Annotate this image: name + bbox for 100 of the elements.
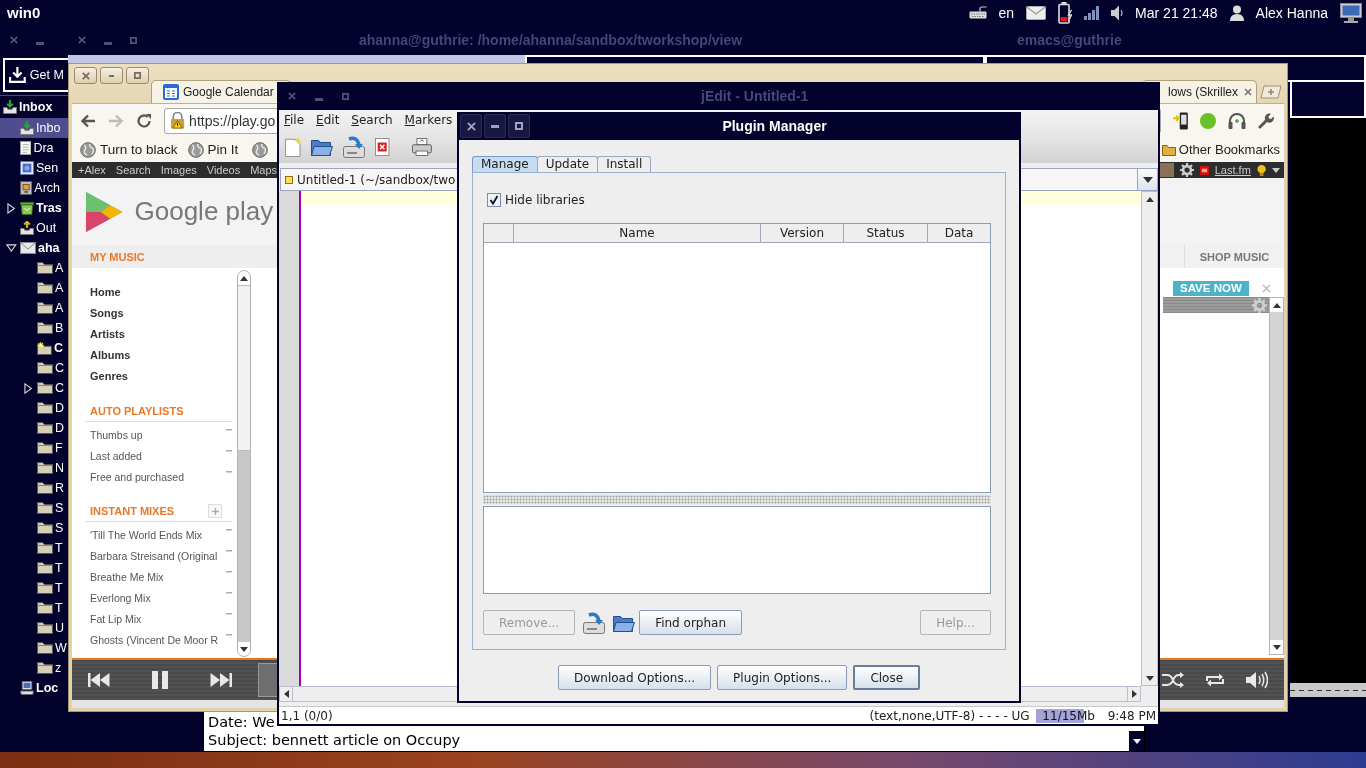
nav-link[interactable]: Artists: [85, 324, 125, 345]
find-orphan-button[interactable]: Find orphan: [639, 610, 742, 635]
dropdown-button[interactable]: [1137, 169, 1157, 190]
playlist-item[interactable]: Barbara Streisand (Original: [85, 546, 232, 567]
tab[interactable]: Update: [536, 156, 599, 172]
expander-icon[interactable]: [7, 202, 16, 214]
folder-item[interactable]: W: [0, 638, 68, 658]
monitor-icon[interactable]: [1340, 2, 1362, 23]
volume-icon[interactable]: [1246, 671, 1268, 689]
nav-link[interactable]: Songs: [85, 303, 124, 324]
printer-icon[interactable]: [411, 137, 432, 156]
headphones-icon[interactable]: [1228, 112, 1246, 129]
menu-item[interactable]: Search: [351, 113, 393, 127]
close-button[interactable]: [460, 114, 482, 138]
close-icon[interactable]: [10, 36, 18, 44]
bookmark-button[interactable]: Turn to black: [78, 141, 180, 158]
skip-forward-icon[interactable]: [210, 673, 232, 687]
minimize-button[interactable]: [100, 67, 123, 84]
folder-item[interactable]: N: [0, 458, 68, 478]
folder-item[interactable]: S: [0, 498, 68, 518]
disk-arrow-icon[interactable]: [343, 135, 366, 158]
folder-item[interactable]: T: [0, 598, 68, 618]
checkbox[interactable]: [487, 193, 501, 207]
clock[interactable]: Mar 21 21:48: [1135, 4, 1218, 21]
folder-item[interactable]: Inbox: [0, 96, 68, 118]
folder-item[interactable]: C: [0, 378, 68, 398]
playlist-item[interactable]: Breathe Me Mix: [85, 567, 232, 588]
close-button[interactable]: [74, 67, 97, 84]
playlist-item[interactable]: Free and purchased: [85, 467, 232, 488]
folder-item[interactable]: R: [0, 478, 68, 498]
scroll-down-icon[interactable]: [1145, 675, 1154, 681]
scrollbar[interactable]: [1141, 191, 1158, 686]
wrench-icon[interactable]: [1258, 112, 1274, 129]
minimize-icon[interactable]: [36, 41, 44, 45]
tab[interactable]: Install: [597, 156, 652, 172]
envelope-icon[interactable]: [1026, 5, 1047, 20]
maximize-icon[interactable]: [342, 92, 349, 100]
caret-icon[interactable]: [1272, 167, 1280, 173]
playlist-item[interactable]: 'Till The World Ends Mix: [85, 525, 232, 546]
folder-item[interactable]: U: [0, 618, 68, 638]
menu-item[interactable]: Markers: [404, 113, 453, 127]
back-icon[interactable]: [80, 113, 96, 128]
folder-item[interactable]: D: [0, 418, 68, 438]
account-link[interactable]: Last.fm: [1214, 164, 1251, 176]
folder-item[interactable]: Sen: [0, 158, 68, 178]
nav-link[interactable]: Albums: [85, 345, 131, 366]
scroll-down-icon[interactable]: [1272, 644, 1281, 650]
scroll-up-icon[interactable]: [1145, 196, 1154, 202]
signal-icon[interactable]: [1084, 5, 1100, 20]
pause-icon[interactable]: [152, 671, 168, 689]
download-options-button[interactable]: Download Options...: [557, 665, 712, 690]
folder-item[interactable]: A: [0, 258, 68, 278]
scrollbar[interactable]: [1269, 297, 1284, 655]
folder-item[interactable]: D: [0, 398, 68, 418]
scrollbar-thumb[interactable]: [238, 285, 250, 451]
splitter-handle[interactable]: [483, 495, 991, 504]
folder-item[interactable]: C: [0, 358, 68, 378]
column-header[interactable]: Status: [844, 224, 928, 243]
folder-item[interactable]: A: [0, 278, 68, 298]
lightbulb-icon[interactable]: [1256, 164, 1266, 176]
column-header[interactable]: Name: [514, 224, 761, 243]
close-icon[interactable]: [1244, 88, 1252, 96]
repeat-icon[interactable]: [1205, 672, 1225, 688]
bookmarks-folder-button[interactable]: Other Bookmarks: [1161, 142, 1282, 157]
dropdown-button[interactable]: [1129, 731, 1144, 751]
folder-item[interactable]: T: [0, 578, 68, 598]
open-folder-icon[interactable]: [311, 137, 334, 156]
playlist-item[interactable]: Fat Lip Mix: [85, 609, 232, 630]
maximize-icon[interactable]: [130, 36, 137, 44]
close-icon[interactable]: [288, 92, 296, 100]
maximize-button[interactable]: [126, 67, 149, 84]
menu-item[interactable]: File: [284, 113, 305, 127]
nav-link[interactable]: Search: [115, 164, 151, 176]
phone-arrow-icon[interactable]: [1172, 111, 1188, 130]
folder-item[interactable]: Out: [0, 218, 68, 238]
speaker-icon[interactable]: [1111, 4, 1124, 21]
skip-back-icon[interactable]: [88, 673, 110, 687]
folder-item[interactable]: A: [0, 298, 68, 318]
close-file-icon[interactable]: [375, 137, 390, 156]
nav-link[interactable]: Genres: [85, 366, 128, 387]
folder-item[interactable]: Inbo: [0, 118, 68, 138]
folder-item[interactable]: Arch: [0, 178, 68, 198]
new-file-icon[interactable]: [285, 136, 302, 157]
lock-warning-icon[interactable]: [170, 112, 186, 129]
disk-arrow-icon[interactable]: [583, 611, 606, 634]
app-tile-icon[interactable]: [1199, 165, 1209, 175]
scroll-up-icon[interactable]: [1272, 302, 1281, 308]
column-header[interactable]: Version: [761, 224, 844, 243]
bookmark-button[interactable]: Pin It: [185, 141, 241, 158]
playlist-item[interactable]: Thumbs up: [85, 425, 232, 446]
scrollbar[interactable]: [237, 270, 251, 657]
tab[interactable]: Manage: [472, 156, 538, 172]
folder-item[interactable]: Dra: [0, 138, 68, 158]
playlist-item[interactable]: Everlong Mix: [85, 588, 232, 609]
folder-item[interactable]: aha: [0, 238, 68, 258]
playlist-item[interactable]: Last added: [85, 446, 232, 467]
folder-item[interactable]: Tras: [0, 198, 68, 218]
shuffle-icon[interactable]: [1162, 672, 1184, 688]
nav-link[interactable]: Images: [160, 164, 197, 176]
folder-item[interactable]: Loc: [0, 678, 68, 698]
